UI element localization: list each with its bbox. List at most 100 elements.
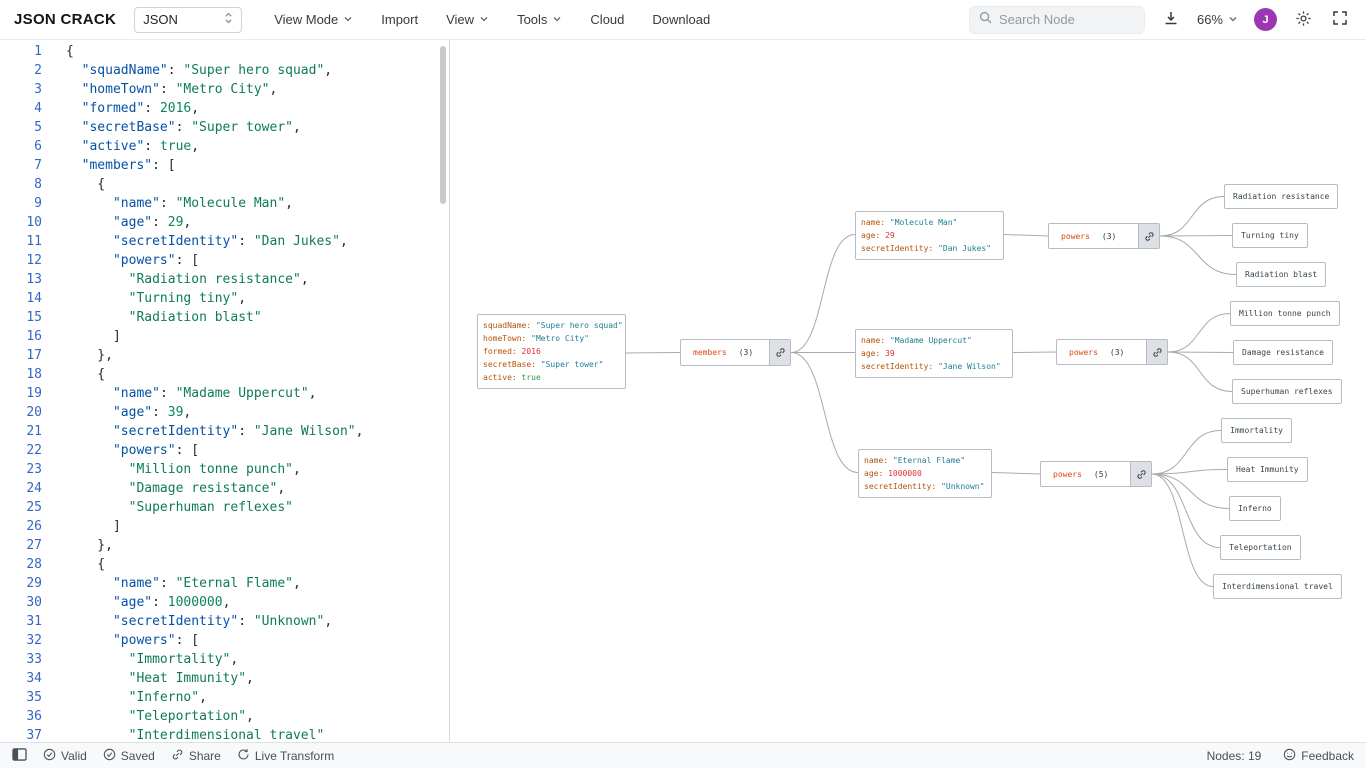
- json-editor[interactable]: 1234567891011121314151617181920212223242…: [0, 40, 450, 742]
- graph-node-eternal-flame[interactable]: name: "Eternal Flame"age: 1000000secretI…: [858, 449, 992, 498]
- check-circle-icon: [103, 748, 116, 764]
- avatar-initial: J: [1262, 14, 1268, 26]
- line-number: 24: [0, 479, 42, 498]
- node-row: name: "Molecule Man": [861, 216, 998, 229]
- top-toolbar: JSON CRACK JSON View ModeImportViewTools…: [0, 0, 1366, 40]
- node-row: age: 29: [861, 229, 998, 242]
- menu-label: Cloud: [590, 12, 624, 27]
- graph-node-members[interactable]: members (3): [680, 339, 791, 366]
- graph-node-powers-madame-uppercut[interactable]: powers(3): [1056, 339, 1168, 365]
- refresh-icon: [237, 748, 250, 764]
- collapse-link-icon[interactable]: [1138, 224, 1159, 248]
- line-number: 6: [0, 137, 42, 156]
- graph-leaf-turning-tiny[interactable]: Turning tiny: [1232, 223, 1308, 248]
- code-line: "Radiation resistance",: [66, 270, 363, 289]
- fullscreen-icon: [1332, 10, 1348, 29]
- graph-leaf-radiation-blast[interactable]: Radiation blast: [1236, 262, 1326, 287]
- code-line: "members": [: [66, 156, 363, 175]
- line-number: 23: [0, 460, 42, 479]
- collapse-link-icon[interactable]: [1130, 462, 1151, 486]
- node-row: secretIdentity: "Dan Jukes": [861, 242, 998, 255]
- menu-import[interactable]: Import: [371, 6, 428, 33]
- code-area[interactable]: { "squadName": "Super hero squad", "home…: [66, 42, 363, 742]
- search-box[interactable]: [969, 6, 1145, 34]
- graph-node-madame-uppercut[interactable]: name: "Madame Uppercut"age: 39secretIden…: [855, 329, 1013, 378]
- code-line: "age": 1000000,: [66, 593, 363, 612]
- graph-leaf-million-tonne-punch[interactable]: Million tonne punch: [1230, 301, 1340, 326]
- code-line: "age": 39,: [66, 403, 363, 422]
- code-line: ]: [66, 517, 363, 536]
- search-icon: [979, 11, 992, 29]
- code-line: "Radiation blast": [66, 308, 363, 327]
- node-row: age: 39: [861, 347, 1007, 360]
- graph-node-molecule-man[interactable]: name: "Molecule Man"age: 29secretIdentit…: [855, 211, 1004, 260]
- graph-leaf-immortality[interactable]: Immortality: [1221, 418, 1292, 443]
- line-number: 16: [0, 327, 42, 346]
- line-number: 5: [0, 118, 42, 137]
- line-number: 3: [0, 80, 42, 99]
- code-line: "powers": [: [66, 441, 363, 460]
- format-selector[interactable]: JSON: [134, 7, 242, 33]
- graph-node-powers-molecule-man[interactable]: powers(3): [1048, 223, 1160, 249]
- graph-canvas[interactable]: squadName: "Super hero squad"homeTown: "…: [451, 40, 1366, 742]
- graph-leaf-damage-resistance[interactable]: Damage resistance: [1233, 340, 1333, 365]
- code-line: "name": "Madame Uppercut",: [66, 384, 363, 403]
- code-line: "Immortality",: [66, 650, 363, 669]
- saved-label: Saved: [121, 749, 155, 763]
- graph-leaf-inferno[interactable]: Inferno: [1229, 496, 1281, 521]
- collapse-link-icon[interactable]: [1146, 340, 1167, 364]
- line-number: 27: [0, 536, 42, 555]
- avatar[interactable]: J: [1254, 8, 1277, 31]
- menu-bar: View Mode Import View Tools Cloud Download: [264, 6, 720, 33]
- line-number: 32: [0, 631, 42, 650]
- line-number: 29: [0, 574, 42, 593]
- graph-leaf-superhuman-reflexes[interactable]: Superhuman reflexes: [1232, 379, 1342, 404]
- feedback-button[interactable]: Feedback: [1283, 748, 1354, 764]
- line-number: 31: [0, 612, 42, 631]
- node-child-count: (3): [1110, 348, 1124, 357]
- node-row: homeTown: "Metro City": [483, 332, 620, 345]
- nodes-count: Nodes: 19: [1207, 749, 1262, 763]
- saved-status: Saved: [103, 748, 155, 764]
- share-button[interactable]: Share: [171, 748, 221, 764]
- menu-cloud[interactable]: Cloud: [580, 6, 634, 33]
- graph-leaf-radiation-resistance[interactable]: Radiation resistance: [1224, 184, 1338, 209]
- live-transform-label: Live Transform: [255, 749, 334, 763]
- toggle-panel-button[interactable]: [12, 748, 27, 764]
- zoom-control[interactable]: 66%: [1197, 12, 1238, 27]
- line-number: 15: [0, 308, 42, 327]
- graph-leaf-heat-immunity[interactable]: Heat Immunity: [1227, 457, 1308, 482]
- code-line: "Superhuman reflexes": [66, 498, 363, 517]
- line-numbers: 1234567891011121314151617181920212223242…: [0, 42, 42, 742]
- line-number: 10: [0, 213, 42, 232]
- graph-node-powers-eternal-flame[interactable]: powers(5): [1040, 461, 1152, 487]
- graph-leaf-teleportation[interactable]: Teleportation: [1220, 535, 1301, 560]
- download-image-button[interactable]: [1161, 8, 1181, 31]
- graph-leaf-interdimensional-travel[interactable]: Interdimensional travel: [1213, 574, 1342, 599]
- download-icon: [1163, 10, 1179, 29]
- menu-view[interactable]: View: [436, 6, 499, 33]
- node-child-count: (3): [739, 348, 753, 357]
- line-number: 36: [0, 707, 42, 726]
- code-line: {: [66, 365, 363, 384]
- graph-node-root[interactable]: squadName: "Super hero squad"homeTown: "…: [477, 314, 626, 389]
- gear-icon: [1295, 10, 1312, 30]
- node-label: members: [681, 348, 727, 357]
- editor-scrollbar[interactable]: [440, 46, 446, 204]
- node-row: secretIdentity: "Unknown": [864, 480, 986, 493]
- live-transform-toggle[interactable]: Live Transform: [237, 748, 334, 764]
- code-line: "homeTown": "Metro City",: [66, 80, 363, 99]
- fullscreen-button[interactable]: [1330, 8, 1350, 31]
- menu-view-mode[interactable]: View Mode: [264, 6, 363, 33]
- search-input[interactable]: [999, 12, 1129, 27]
- code-line: "Million tonne punch",: [66, 460, 363, 479]
- code-line: "Teleportation",: [66, 707, 363, 726]
- line-number: 37: [0, 726, 42, 742]
- settings-button[interactable]: [1293, 8, 1314, 32]
- collapse-link-icon[interactable]: [769, 340, 790, 365]
- code-line: "name": "Eternal Flame",: [66, 574, 363, 593]
- menu-download[interactable]: Download: [642, 6, 720, 33]
- menu-tools[interactable]: Tools: [507, 6, 572, 33]
- code-line: "squadName": "Super hero squad",: [66, 61, 363, 80]
- line-number: 35: [0, 688, 42, 707]
